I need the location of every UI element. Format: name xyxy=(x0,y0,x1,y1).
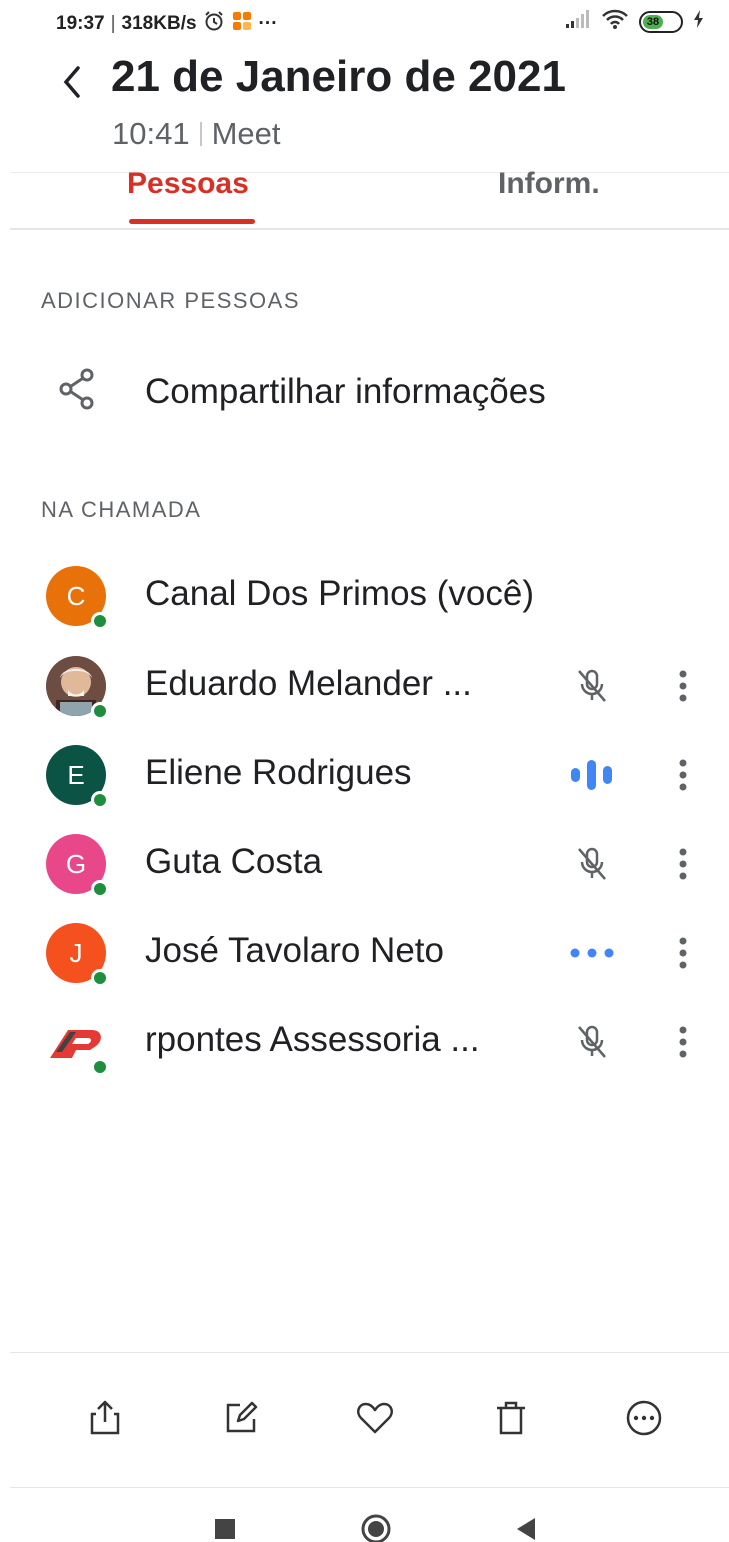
participant-row[interactable]: J José Tavolaro Neto xyxy=(0,907,729,995)
participant-more-button[interactable] xyxy=(666,931,700,975)
meeting-time: 10:41 xyxy=(112,116,190,151)
participant-row[interactable]: Eduardo Melander ... xyxy=(0,640,729,728)
status-bar: 19:37 | 318KB/s ··· 38 xyxy=(0,0,729,44)
page-subtitle: 10:41 Meet xyxy=(112,116,281,152)
status-more: ··· xyxy=(258,13,278,34)
participant-name: Eliene Rodrigues xyxy=(145,753,412,792)
avatar-initial: E xyxy=(67,759,85,790)
avatar-initial: G xyxy=(65,848,87,879)
participant-row[interactable]: G Guta Costa xyxy=(0,818,729,906)
edit-button[interactable] xyxy=(217,1394,265,1442)
recents-icon xyxy=(215,1519,235,1539)
tab-active-indicator xyxy=(129,219,255,224)
app-name: Meet xyxy=(211,116,281,151)
mic-off-icon xyxy=(566,1022,618,1062)
online-indicator xyxy=(91,1058,109,1076)
trash-icon xyxy=(497,1401,525,1435)
section-add-people: ADICIONAR PESSOAS xyxy=(41,288,301,313)
speaking-indicator-icon xyxy=(566,755,618,795)
tab-info-label: Inform. xyxy=(498,167,600,200)
mic-off-icon xyxy=(566,666,618,706)
participant-row[interactable]: C Canal Dos Primos (você) xyxy=(0,550,729,638)
avatar-initial: C xyxy=(66,580,86,611)
wifi-icon xyxy=(601,8,629,35)
more-vertical-icon xyxy=(679,937,687,969)
tab-people[interactable]: Pessoas xyxy=(127,167,257,224)
status-right: 38 xyxy=(565,8,705,35)
online-indicator xyxy=(91,702,109,720)
status-separator: | xyxy=(110,13,116,34)
back-icon xyxy=(517,1518,535,1540)
participant-more-button[interactable] xyxy=(666,1020,700,1064)
system-back-button[interactable] xyxy=(511,1514,541,1542)
status-time: 19:37 xyxy=(56,13,105,34)
connecting-dots-icon xyxy=(566,933,618,973)
home-button[interactable] xyxy=(361,1514,391,1542)
participant-row[interactable]: rpontes Assessoria ... xyxy=(0,996,729,1084)
favorite-button[interactable] xyxy=(351,1394,399,1442)
avatar-initial: J xyxy=(69,937,83,968)
battery-icon: 38 xyxy=(639,10,683,33)
recents-button[interactable] xyxy=(210,1514,240,1542)
alarm-icon xyxy=(203,10,225,38)
participant-name: Guta Costa xyxy=(145,842,323,881)
tab-info[interactable]: Inform. xyxy=(498,167,600,201)
chevron-left-icon xyxy=(63,66,80,98)
online-indicator xyxy=(91,880,109,898)
participant-name: José Tavolaro Neto xyxy=(145,931,444,970)
back-button[interactable] xyxy=(52,60,92,104)
screen: 19:37 | 318KB/s ··· 38 21 de Janeiro de … xyxy=(0,0,729,1542)
share-info-label: Compartilhar informações xyxy=(145,372,546,411)
signal-icon xyxy=(565,9,591,34)
participant-more-button[interactable] xyxy=(666,753,700,797)
online-indicator xyxy=(91,969,109,987)
tab-people-label: Pessoas xyxy=(127,167,249,200)
share-info-button[interactable]: Compartilhar informações xyxy=(0,355,729,429)
edit-icon xyxy=(226,1401,258,1433)
online-indicator xyxy=(91,791,109,809)
more-vertical-icon xyxy=(679,670,687,702)
participant-row[interactable]: E Eliene Rodrigues xyxy=(0,729,729,817)
battery-level: 38 xyxy=(643,14,663,29)
delete-button[interactable] xyxy=(487,1394,535,1442)
participant-name: rpontes Assessoria ... xyxy=(145,1020,480,1059)
heart-icon xyxy=(357,1402,393,1434)
app-notification-icon xyxy=(231,10,253,38)
participant-more-button[interactable] xyxy=(666,664,700,708)
more-button[interactable] xyxy=(620,1394,668,1442)
more-vertical-icon xyxy=(679,1026,687,1058)
share-button[interactable] xyxy=(81,1394,129,1442)
more-vertical-icon xyxy=(679,759,687,791)
tab-bar: Pessoas Inform. xyxy=(10,167,729,230)
more-vertical-icon xyxy=(679,848,687,880)
subtitle-divider xyxy=(199,122,202,146)
participant-more-button[interactable] xyxy=(666,842,700,886)
status-speed: 318KB/s xyxy=(121,13,197,34)
mic-off-icon xyxy=(566,844,618,884)
system-nav-bar xyxy=(0,1500,729,1542)
nav-divider xyxy=(10,1487,729,1488)
action-bar xyxy=(0,1390,729,1450)
share-icon xyxy=(90,1400,120,1435)
participant-name: Canal Dos Primos (você) xyxy=(145,574,534,613)
participant-name: Eduardo Melander ... xyxy=(145,664,472,703)
charging-icon xyxy=(693,9,705,34)
page-title: 21 de Janeiro de 2021 xyxy=(111,52,566,101)
home-icon xyxy=(361,1514,391,1542)
status-left: 19:37 | 318KB/s ··· xyxy=(56,10,278,38)
online-indicator xyxy=(91,612,109,630)
share-icon xyxy=(57,367,97,416)
action-bar-divider xyxy=(10,1352,729,1353)
more-horizontal-icon xyxy=(626,1400,662,1436)
section-in-call: NA CHAMADA xyxy=(41,497,202,522)
